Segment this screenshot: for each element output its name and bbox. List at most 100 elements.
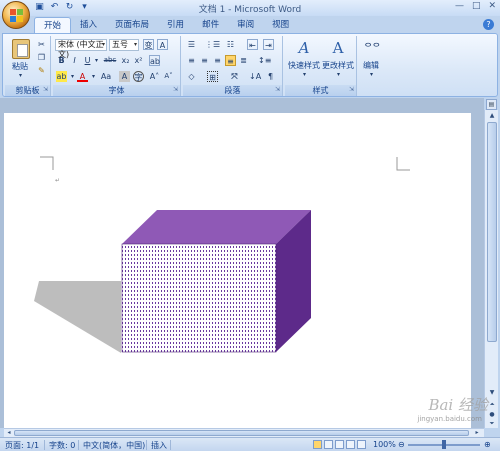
zoom-out-icon[interactable]: ⊖ (398, 440, 405, 449)
language-indicator[interactable]: 中文(简体，中国) (83, 440, 145, 451)
tab-view[interactable]: 视图 (263, 17, 298, 33)
word-count[interactable]: 字数: 0 (49, 440, 75, 451)
quick-access-toolbar: ▣ ↶ ↻ ▾ (34, 2, 90, 13)
styles-group: A 快速样式 ▾ A 更改样式 ▾ 样式 ⇲ (285, 36, 357, 96)
font-launcher-icon[interactable]: ⇲ (173, 84, 178, 95)
insert-mode-indicator[interactable]: 插入 (151, 440, 167, 451)
font-size-combobox[interactable]: 五号 ▾ (109, 39, 139, 51)
ribbon: 粘贴 ▾ ✂ ❐ ✎ 剪贴板 ⇲ 宋体 (中文正文) ▾ 五号 ▾ 变 A B I U… (2, 33, 498, 97)
character-shading-icon[interactable]: A (119, 71, 130, 82)
close-button[interactable]: ✕ (488, 1, 496, 11)
editing-dropdown-icon[interactable]: ▾ (366, 69, 377, 80)
change-case-icon[interactable]: 变 (143, 39, 154, 50)
sort-icon[interactable]: ↓A (249, 71, 261, 82)
font-color-dropdown-icon[interactable]: ▾ (88, 71, 99, 82)
phonetic-guide-icon[interactable]: ab (149, 55, 160, 66)
next-page-icon[interactable]: ⏷ (487, 419, 497, 429)
grow-font-icon[interactable]: A˄ (149, 71, 160, 82)
watermark-logo: Bai 经验 (428, 396, 488, 414)
document-page[interactable] (4, 113, 471, 428)
full-screen-reading-view-icon[interactable] (324, 440, 333, 449)
previous-page-icon[interactable]: ⏶ (487, 400, 497, 410)
tab-page-layout[interactable]: 页面布局 (106, 17, 158, 33)
maximize-button[interactable]: □ (472, 1, 481, 11)
clear-format-icon[interactable]: A (157, 39, 168, 50)
ribbon-tabs: 开始 插入 页面布局 引用 邮件 审阅 视图 (34, 17, 298, 33)
enclose-character-icon[interactable]: 字 (133, 71, 144, 82)
copy-icon[interactable]: ❐ (36, 52, 47, 63)
outline-view-icon[interactable] (346, 440, 355, 449)
align-right-icon[interactable]: ≡ (212, 55, 223, 66)
editing-group: ᄋᄋ 编辑 ▾ (359, 36, 385, 96)
paste-dropdown-icon[interactable]: ▾ (15, 70, 26, 81)
quick-styles-dropdown-icon[interactable]: ▾ (299, 69, 310, 80)
bullets-icon[interactable]: ☰ (186, 39, 197, 50)
scroll-down-icon[interactable]: ▼ (487, 388, 497, 398)
text-effects-icon[interactable]: Aa (99, 71, 113, 82)
scroll-right-icon[interactable]: ▸ (472, 428, 482, 437)
show-marks-icon[interactable]: ¶ (265, 71, 276, 82)
paragraph-group: ☰ ⋮☰ ☷ ⇤ ⇥ ≡ ≡ ≡ ≡ ≣ ↕≡ ◇ ⊞ ⤧ ↓A ¶ 段落 ⇲ (183, 36, 283, 96)
vertical-scrollbar[interactable]: ▲ ▼ ⏶ ● ⏷ (484, 110, 498, 428)
multilevel-list-icon[interactable]: ☷ (225, 39, 236, 50)
minimize-button[interactable]: — (455, 1, 464, 11)
justify-icon[interactable]: ≡ (225, 55, 236, 66)
align-center-icon[interactable]: ≡ (199, 55, 210, 66)
line-spacing-icon[interactable]: ↕≡ (258, 55, 271, 66)
draft-view-icon[interactable] (357, 440, 366, 449)
undo-icon[interactable]: ↶ (49, 2, 60, 13)
quick-styles-icon[interactable]: A (294, 39, 314, 57)
vertical-scroll-thumb[interactable] (487, 122, 497, 342)
decrease-indent-icon[interactable]: ⇤ (247, 39, 258, 50)
italic-icon[interactable]: I (69, 55, 80, 66)
web-layout-view-icon[interactable] (335, 440, 344, 449)
clipboard-launcher-icon[interactable]: ⇲ (43, 84, 48, 95)
tab-review[interactable]: 审阅 (228, 17, 263, 33)
paragraph-launcher-icon[interactable]: ⇲ (275, 84, 280, 95)
superscript-icon[interactable]: x² (133, 55, 144, 66)
font-name-combobox[interactable]: 宋体 (中文正文) ▾ (55, 39, 107, 59)
styles-launcher-icon[interactable]: ⇲ (349, 84, 354, 95)
shrink-font-icon[interactable]: A˅ (163, 71, 174, 82)
tab-references[interactable]: 引用 (158, 17, 193, 33)
print-layout-view-icon[interactable] (313, 440, 322, 449)
view-ruler-icon[interactable]: ▤ (486, 99, 497, 110)
zoom-slider-thumb[interactable] (442, 440, 446, 449)
underline-dropdown-icon[interactable]: ▾ (91, 55, 102, 66)
horizontal-scroll-thumb[interactable] (14, 430, 469, 436)
align-left-icon[interactable]: ≡ (186, 55, 197, 66)
binoculars-icon[interactable]: ᄋᄋ (364, 40, 381, 53)
horizontal-scrollbar[interactable]: ◂ ▸ (4, 428, 484, 437)
redo-icon[interactable]: ↻ (64, 2, 75, 13)
scroll-left-icon[interactable]: ◂ (4, 428, 14, 437)
customize-qat-icon[interactable]: ▾ (79, 2, 90, 13)
change-styles-dropdown-icon[interactable]: ▾ (333, 69, 344, 80)
tab-mailings[interactable]: 邮件 (193, 17, 228, 33)
change-styles-icon[interactable]: A (327, 39, 349, 57)
office-button[interactable] (2, 1, 30, 29)
format-painter-icon[interactable]: ✎ (36, 65, 47, 76)
box-front-face[interactable] (121, 243, 277, 353)
page-count[interactable]: 页面: 1/1 (5, 440, 39, 451)
paste-icon[interactable] (12, 39, 30, 59)
cut-icon[interactable]: ✂ (36, 39, 47, 50)
bold-icon[interactable]: B (56, 55, 67, 66)
distributed-icon[interactable]: ≣ (238, 55, 249, 66)
save-icon[interactable]: ▣ (34, 2, 45, 13)
scroll-up-icon[interactable]: ▲ (487, 111, 497, 121)
zoom-level[interactable]: 100% (373, 440, 396, 449)
help-icon[interactable]: ? (483, 19, 494, 30)
zoom-in-icon[interactable]: ⊕ (484, 440, 491, 449)
shading-icon[interactable]: ◇ (186, 71, 197, 82)
subscript-icon[interactable]: x₂ (120, 55, 131, 66)
tab-insert[interactable]: 插入 (71, 17, 106, 33)
strikethrough-icon[interactable]: abc (102, 55, 118, 66)
borders-icon[interactable]: ⊞ (207, 71, 218, 82)
chinese-layout-icon[interactable]: ⤧ (229, 71, 240, 82)
numbering-icon[interactable]: ⋮☰ (205, 39, 220, 50)
paragraph-mark-icon: ↵ (55, 177, 61, 184)
highlight-icon[interactable]: ab (56, 71, 67, 82)
tab-home[interactable]: 开始 (34, 17, 72, 33)
increase-indent-icon[interactable]: ⇥ (263, 39, 274, 50)
font-color-icon[interactable]: A (77, 71, 88, 82)
